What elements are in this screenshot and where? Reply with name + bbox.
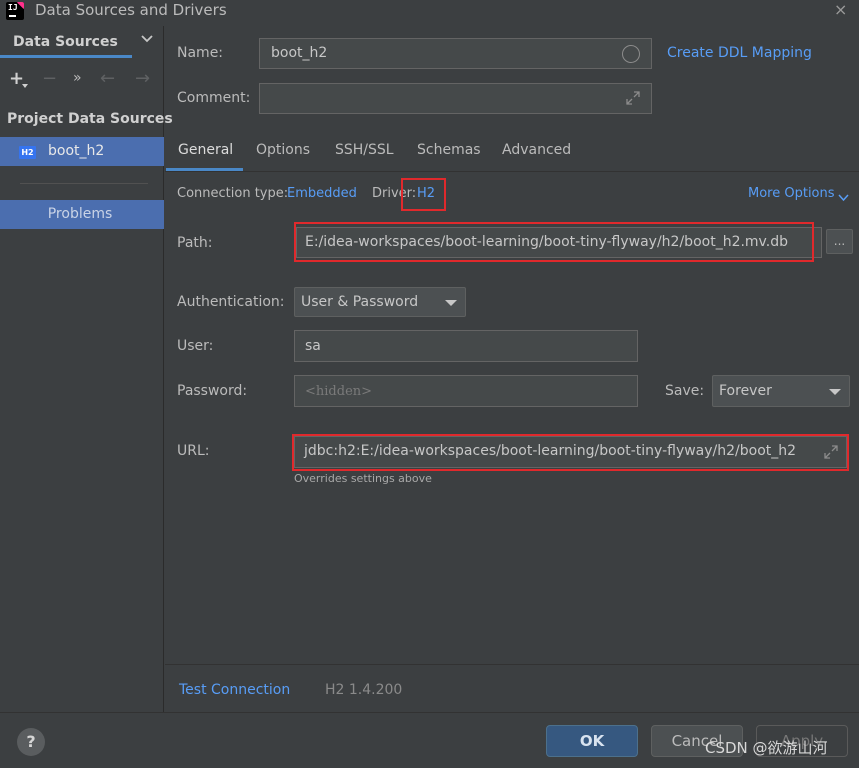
create-ddl-mapping-link[interactable]: Create DDL Mapping (667, 45, 812, 61)
sidebar-divider (20, 183, 148, 184)
tab-options[interactable]: Options (256, 142, 310, 158)
add-dropdown-arrow-icon[interactable] (22, 84, 28, 88)
sidebar-item-problems-label: Problems (47, 206, 113, 222)
csdn-watermark: CSDN @欲游山河 (705, 739, 828, 757)
test-connection-link[interactable]: Test Connection (179, 682, 290, 698)
driver-version-text: H2 1.4.200 (325, 682, 403, 698)
sidebar-item-label: boot_h2 (48, 143, 105, 159)
more-options-link[interactable]: More Options (748, 186, 835, 201)
tab-bar-border (165, 171, 859, 172)
color-circle-icon[interactable] (622, 45, 640, 63)
authentication-select-value: User & Password (301, 294, 419, 310)
url-label: URL: (177, 443, 210, 459)
path-label: Path: (177, 235, 213, 251)
h2-database-icon: H2 (19, 146, 36, 159)
user-label: User: (177, 338, 214, 354)
user-field-value: sa (305, 338, 321, 354)
window-title: Data Sources and Drivers (35, 1, 227, 19)
help-button[interactable]: ? (17, 728, 45, 756)
driver-highlight-box (401, 178, 446, 211)
comment-field[interactable] (259, 83, 652, 114)
url-highlight-box (292, 434, 849, 471)
ok-button[interactable]: OK (546, 725, 638, 757)
more-icon[interactable]: » (73, 70, 82, 86)
name-field-value: boot_h2 (271, 45, 328, 61)
intellij-app-icon: IJ (6, 2, 24, 20)
tab-advanced[interactable]: Advanced (502, 142, 571, 158)
user-field[interactable] (294, 330, 638, 362)
save-dropdown-arrow-icon[interactable] (829, 389, 841, 395)
save-label: Save: (665, 383, 705, 399)
back-arrow-icon[interactable]: ← (100, 68, 115, 89)
forward-arrow-icon[interactable]: → (135, 68, 150, 89)
connection-type-link[interactable]: Embedded (287, 186, 357, 201)
url-expand-icon[interactable] (823, 444, 839, 464)
authentication-dropdown-arrow-icon[interactable] (445, 300, 457, 306)
password-placeholder: <hidden> (305, 384, 373, 399)
sidebar (0, 26, 164, 712)
connection-type-label: Connection type: (177, 186, 289, 201)
tab-schemas[interactable]: Schemas (417, 142, 481, 158)
save-select-value: Forever (719, 383, 772, 399)
tab-data-sources[interactable]: Data Sources (13, 34, 118, 50)
tab-general[interactable]: General (178, 142, 233, 158)
password-label: Password: (177, 383, 248, 399)
authentication-label: Authentication: (177, 294, 285, 310)
close-icon[interactable]: × (834, 0, 847, 19)
comment-label: Comment: (177, 90, 251, 106)
url-hint: Overrides settings above (294, 472, 432, 485)
remove-icon[interactable]: − (42, 68, 57, 89)
browse-path-button[interactable]: ... (826, 229, 853, 254)
path-highlight-box (294, 222, 814, 262)
more-options-chevron-icon[interactable] (838, 190, 849, 206)
form-footer-divider (165, 664, 859, 665)
chevron-down-icon[interactable] (140, 33, 154, 47)
expand-icon[interactable] (625, 90, 641, 110)
project-data-sources-heading: Project Data Sources (7, 111, 173, 127)
tab-data-sources-underline (0, 55, 132, 58)
name-label: Name: (177, 45, 224, 61)
tab-ssh-ssl[interactable]: SSH/SSL (335, 142, 394, 158)
